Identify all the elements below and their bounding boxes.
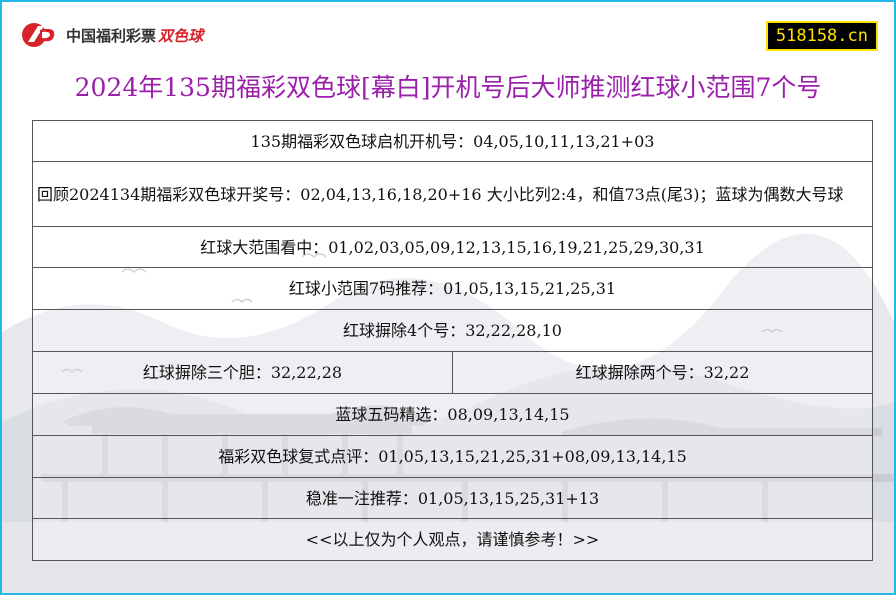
blue-five-cell: 蓝球五码精选：08,09,13,14,15	[32, 393, 873, 436]
table-row: 红球摒除三个胆：32,22,28 红球摒除两个号：32,22	[32, 351, 873, 394]
table-row: <<以上仅为个人观点，请谨慎参考！>>	[32, 518, 873, 561]
table-row: 回顾2024134期福彩双色球开奖号：02,04,13,16,18,20+16 …	[32, 161, 873, 227]
table-row: 稳准一注推荐：01,05,13,15,25,31+13	[32, 477, 873, 519]
lottery-logo-icon	[22, 23, 55, 47]
table-row: 135期福彩双色球启机开机号：04,05,10,11,13,21+03	[32, 120, 873, 162]
red-large-range-cell: 红球大范围看中：01,02,03,05,09,12,13,15,16,19,21…	[32, 226, 873, 268]
red-small-range-cell: 红球小范围7码推荐：01,05,13,15,21,25,31	[32, 267, 873, 310]
page-frame: 中国福利彩票 双色球 518158.cn 2024年135期福彩双色球[幕白]开机…	[0, 0, 896, 595]
page-title: 2024年135期福彩双色球[幕白]开机号后大师推测红球小范围7个号	[74, 73, 822, 102]
table-row: 红球摒除4个号：32,22,28,10	[32, 309, 873, 352]
table-row: 红球小范围7码推荐：01,05,13,15,21,25,31	[32, 267, 873, 310]
review-cell: 回顾2024134期福彩双色球开奖号：02,04,13,16,18,20+16 …	[32, 161, 873, 227]
lottery-logo: 中国福利彩票 双色球	[20, 20, 203, 50]
single-pick-cell: 稳准一注推荐：01,05,13,15,25,31+13	[32, 477, 873, 519]
disclaimer-cell: <<以上仅为个人观点，请谨慎参考！>>	[32, 518, 873, 561]
red-kill-three-cell: 红球摒除三个胆：32,22,28	[32, 351, 453, 394]
logo-brand: 中国福利彩票	[66, 26, 157, 45]
compound-cell: 福彩双色球复式点评：01,05,13,15,21,25,31+08,09,13,…	[32, 435, 873, 478]
site-badge: 518158.cn	[765, 21, 878, 51]
red-kill-two-cell: 红球摒除两个号：32,22	[452, 351, 873, 394]
prediction-table: 135期福彩双色球启机开机号：04,05,10,11,13,21+03 回顾20…	[32, 120, 873, 561]
logo-game: 双色球	[158, 26, 204, 45]
lottery-logo-text: 中国福利彩票 双色球	[66, 25, 203, 46]
table-row: 红球大范围看中：01,02,03,05,09,12,13,15,16,19,21…	[32, 226, 873, 268]
table-row: 蓝球五码精选：08,09,13,14,15	[32, 393, 873, 436]
red-kill-four-cell: 红球摒除4个号：32,22,28,10	[32, 309, 873, 352]
machine-number-cell: 135期福彩双色球启机开机号：04,05,10,11,13,21+03	[32, 120, 873, 162]
table-row: 福彩双色球复式点评：01,05,13,15,21,25,31+08,09,13,…	[32, 435, 873, 478]
